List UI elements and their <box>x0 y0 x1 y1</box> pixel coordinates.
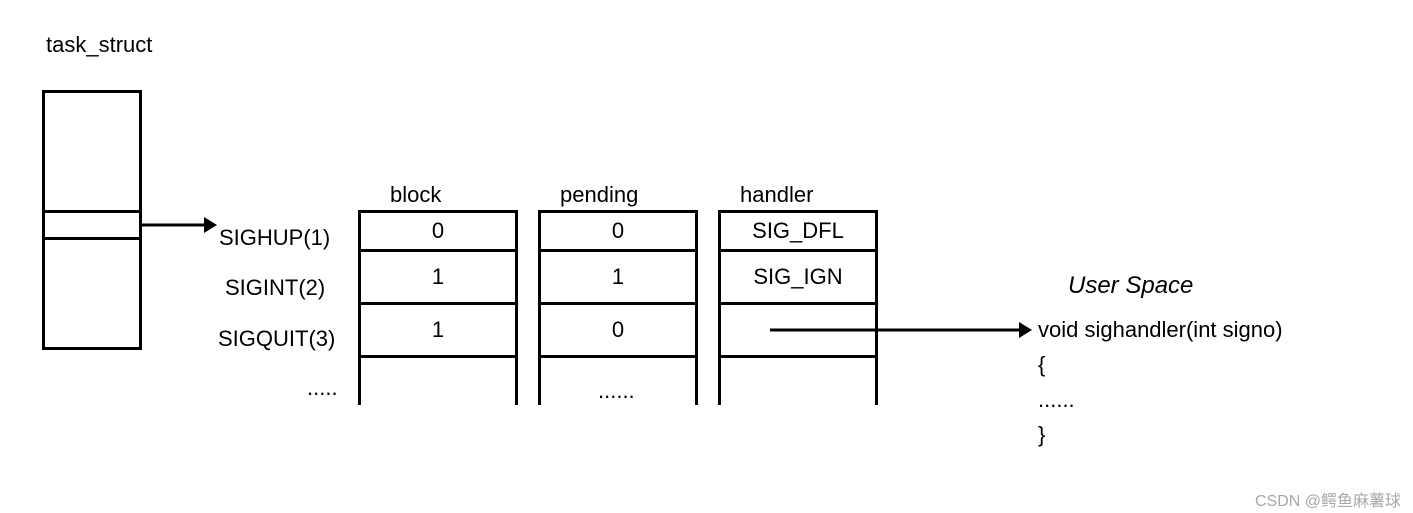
title-text: task_struct <box>46 32 152 58</box>
block-cell-2: 1 <box>358 302 518 358</box>
sighandler-line2: { <box>1038 352 1045 378</box>
pending-cell-1: 1 <box>538 249 698 305</box>
handler-cell-0: SIG_DFL <box>718 210 878 252</box>
block-header: block <box>390 182 441 208</box>
block-cell-0: 0 <box>358 210 518 252</box>
block-col-open <box>358 355 518 405</box>
pending-header: pending <box>560 182 638 208</box>
user-space-title: User Space <box>1068 272 1193 300</box>
signal-label-2: SIGINT(2) <box>225 275 325 301</box>
signal-label-ellipsis: ..... <box>307 375 338 401</box>
handler-col-open <box>718 355 878 405</box>
signal-label-3: SIGQUIT(3) <box>218 326 335 352</box>
arrow-task-to-table <box>142 213 217 237</box>
sighandler-line4: } <box>1038 422 1045 448</box>
watermark-text: CSDN @鳄鱼麻薯球 <box>1255 487 1401 511</box>
sighandler-line3: ...... <box>1038 387 1075 413</box>
pending-cell-2: 0 <box>538 302 698 358</box>
block-cell-1: 1 <box>358 249 518 305</box>
sighandler-line1: void sighandler(int signo) <box>1038 317 1283 343</box>
pending-cell-0: 0 <box>538 210 698 252</box>
handler-header: handler <box>740 182 813 208</box>
task-struct-middle-cell <box>42 210 142 240</box>
pending-ellipsis: ...... <box>598 378 635 404</box>
handler-cell-1: SIG_IGN <box>718 249 878 305</box>
arrow-handler-to-func <box>770 318 1032 342</box>
signal-label-1: SIGHUP(1) <box>219 225 330 251</box>
